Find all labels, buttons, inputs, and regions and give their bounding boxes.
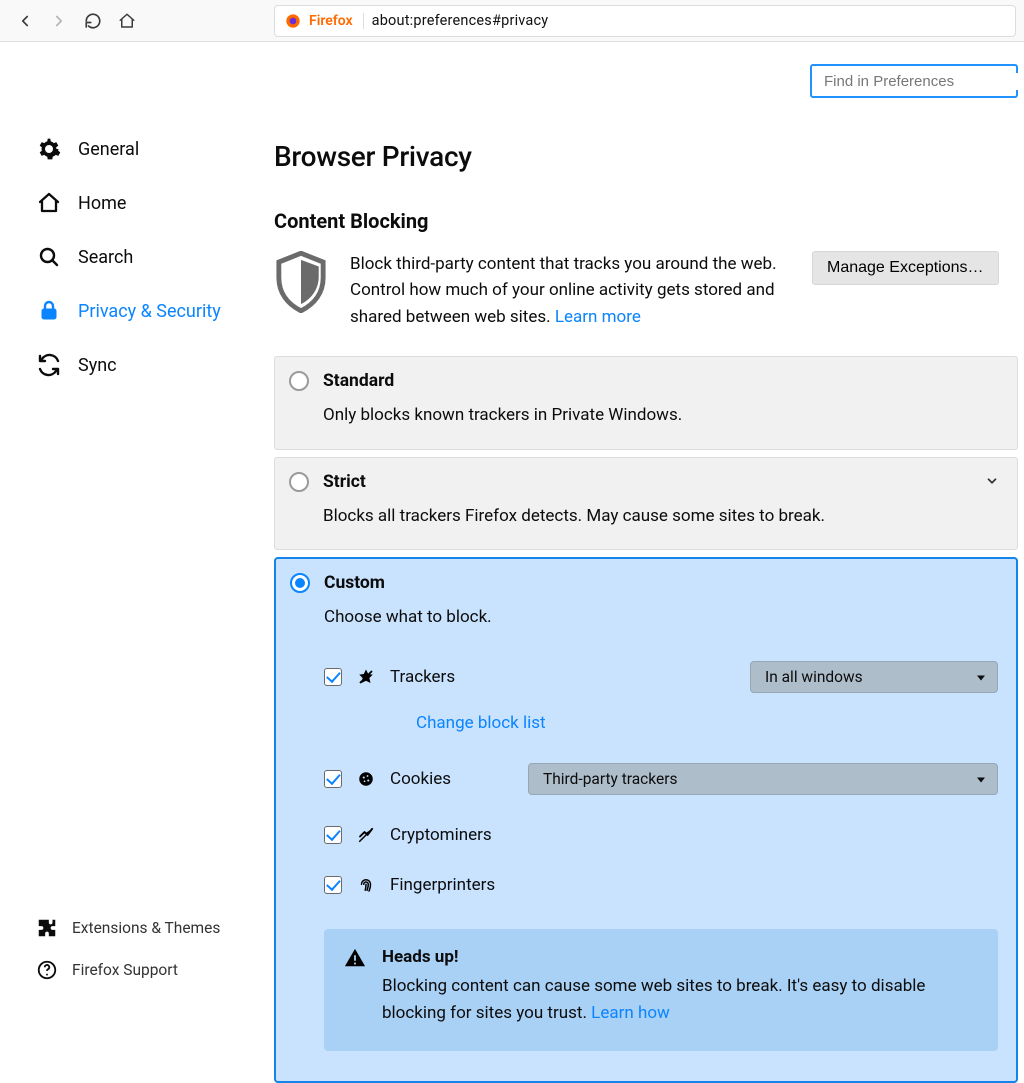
sidebar-extensions-link[interactable]: Extensions & Themes — [30, 907, 264, 949]
option-desc: Choose what to block. — [324, 605, 998, 631]
gear-icon — [36, 136, 62, 162]
firefox-identity-label: Firefox — [309, 13, 364, 29]
blocking-option-strict[interactable]: Strict Blocks all trackers Firefox detec… — [274, 457, 1018, 551]
custom-row-trackers: Trackers In all windows — [324, 661, 998, 693]
firefox-logo-icon — [285, 13, 301, 29]
cookies-select[interactable]: Third-party trackers — [528, 763, 998, 795]
option-title: Standard — [323, 371, 394, 391]
sync-icon — [36, 352, 62, 378]
forward-button[interactable] — [42, 4, 76, 38]
checkbox-cookies[interactable] — [324, 770, 342, 788]
custom-row-fingerprinters: Fingerprinters — [324, 875, 998, 895]
learn-more-link[interactable]: Learn more — [555, 307, 641, 327]
lock-icon — [36, 298, 62, 324]
cookies-label: Cookies — [390, 769, 451, 789]
cookies-icon — [356, 769, 376, 789]
change-block-list-link[interactable]: Change block list — [416, 713, 546, 733]
manage-exceptions-button[interactable]: Manage Exceptions… — [812, 251, 999, 285]
url-bar[interactable]: Firefox about:preferences#privacy — [274, 5, 1016, 37]
fingerprinters-icon — [356, 875, 376, 895]
fingerprinters-label: Fingerprinters — [390, 875, 495, 895]
cryptominers-label: Cryptominers — [390, 825, 492, 845]
sidebar-item-general[interactable]: General — [30, 122, 264, 176]
radio-custom[interactable] — [290, 573, 310, 593]
custom-row-cryptominers: Cryptominers — [324, 825, 998, 845]
option-desc: Blocks all trackers Firefox detects. May… — [323, 504, 999, 530]
sidebar-item-search[interactable]: Search — [30, 230, 264, 284]
question-circle-icon — [36, 959, 58, 981]
sidebar-item-label: Privacy & Security — [78, 301, 221, 322]
chevron-down-icon[interactable] — [985, 474, 999, 493]
warning-text: Blocking content can cause some web site… — [382, 973, 976, 1027]
blocking-option-standard[interactable]: Standard Only blocks known trackers in P… — [274, 356, 1018, 450]
sidebar-item-label: Sync — [78, 355, 117, 376]
learn-how-link[interactable]: Learn how — [591, 1003, 670, 1023]
preferences-content: Browser Privacy Content Blocking Block t… — [264, 42, 1024, 1011]
radio-standard[interactable] — [289, 371, 309, 391]
option-desc: Only blocks known trackers in Private Wi… — [323, 403, 999, 429]
sidebar-footer-label: Firefox Support — [72, 961, 178, 979]
blocking-option-custom[interactable]: Custom Choose what to block. Trackers In… — [274, 557, 1018, 1083]
checkbox-cryptominers[interactable] — [324, 826, 342, 844]
back-button[interactable] — [8, 4, 42, 38]
shield-icon — [274, 251, 328, 313]
trackers-icon — [356, 667, 376, 687]
preferences-search-input[interactable] — [824, 73, 1023, 90]
content-blocking-heading: Content Blocking — [274, 209, 1018, 233]
preferences-sidebar: General Home Search Privacy & Security S — [0, 42, 264, 1011]
option-title: Custom — [324, 573, 385, 593]
custom-row-cookies: Cookies Third-party trackers — [324, 763, 998, 795]
home-icon — [36, 190, 62, 216]
puzzle-icon — [36, 917, 58, 939]
warning-title: Heads up! — [382, 947, 976, 967]
url-text: about:preferences#privacy — [372, 12, 549, 29]
sidebar-footer-label: Extensions & Themes — [72, 919, 220, 937]
sidebar-item-label: General — [78, 139, 139, 160]
checkbox-fingerprinters[interactable] — [324, 876, 342, 894]
radio-strict[interactable] — [289, 472, 309, 492]
browser-toolbar: Firefox about:preferences#privacy — [0, 0, 1024, 42]
sidebar-support-link[interactable]: Firefox Support — [30, 949, 264, 991]
sidebar-item-label: Home — [78, 193, 126, 214]
warning-icon — [344, 947, 366, 969]
checkbox-trackers[interactable] — [324, 668, 342, 686]
option-title: Strict — [323, 472, 366, 492]
home-button[interactable] — [110, 4, 144, 38]
sidebar-item-label: Search — [78, 247, 133, 268]
reload-button[interactable] — [76, 4, 110, 38]
preferences-search[interactable] — [810, 64, 1018, 98]
sidebar-item-home[interactable]: Home — [30, 176, 264, 230]
sidebar-item-privacy[interactable]: Privacy & Security — [30, 284, 264, 338]
cryptominers-icon — [356, 825, 376, 845]
search-icon — [36, 244, 62, 270]
page-title: Browser Privacy — [274, 140, 1018, 173]
trackers-label: Trackers — [390, 667, 455, 687]
sidebar-item-sync[interactable]: Sync — [30, 338, 264, 392]
heads-up-warning: Heads up! Blocking content can cause som… — [324, 929, 998, 1051]
trackers-select[interactable]: In all windows — [750, 661, 998, 693]
content-blocking-intro-text: Block third-party content that tracks yo… — [350, 251, 790, 330]
content-blocking-intro: Block third-party content that tracks yo… — [274, 251, 1018, 330]
